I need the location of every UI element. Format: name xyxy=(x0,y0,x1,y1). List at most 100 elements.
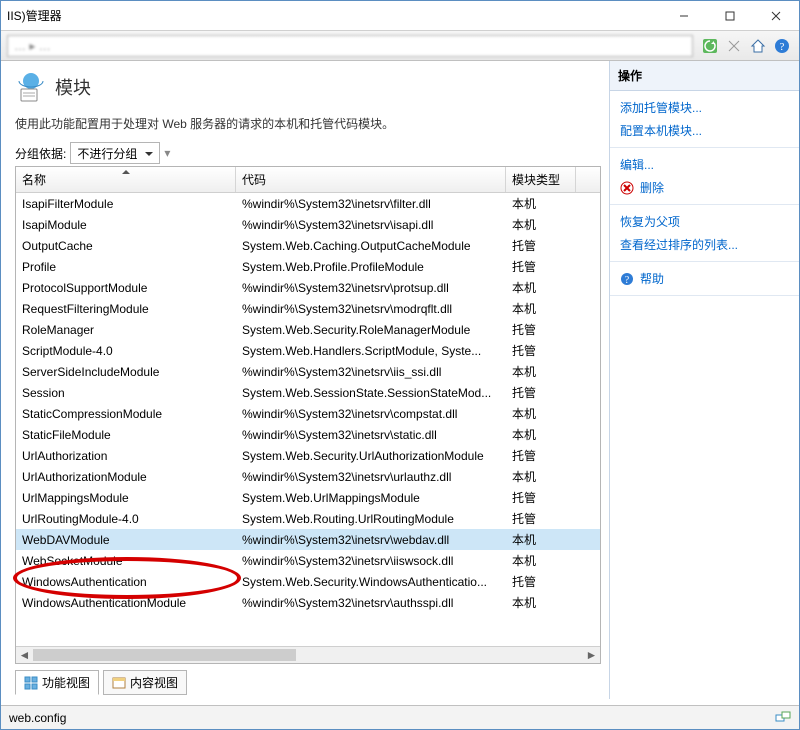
cell-type: 本机 xyxy=(506,552,576,569)
table-row[interactable]: OutputCacheSystem.Web.Caching.OutputCach… xyxy=(16,235,600,256)
window-title: IIS)管理器 xyxy=(1,7,62,24)
table-row[interactable]: UrlAuthorizationModule%windir%\System32\… xyxy=(16,466,600,487)
cell-code: System.Web.Handlers.ScriptModule, Syste.… xyxy=(236,344,506,358)
group-by-dropdown[interactable]: 不进行分组 xyxy=(70,142,160,164)
table-row[interactable]: UrlMappingsModuleSystem.Web.UrlMappingsM… xyxy=(16,487,600,508)
svg-text:?: ? xyxy=(625,275,630,286)
table-row[interactable]: ProfileSystem.Web.Profile.ProfileModule托… xyxy=(16,256,600,277)
column-header-type[interactable]: 模块类型 xyxy=(506,167,576,192)
cell-code: %windir%\System32\inetsrv\modrqflt.dll xyxy=(236,302,506,316)
table-row[interactable]: UrlAuthorizationSystem.Web.Security.UrlA… xyxy=(16,445,600,466)
action-delete-label: 删除 xyxy=(640,179,664,196)
breadcrumb[interactable]: … ▸ … xyxy=(7,35,693,57)
delete-icon xyxy=(620,181,634,195)
client-area: 模块 使用此功能配置用于处理对 Web 服务器的请求的本机和托管代码模块。 分组… xyxy=(1,61,799,699)
home-icon[interactable] xyxy=(747,35,769,57)
scroll-right-arrow[interactable]: ► xyxy=(583,647,600,663)
cell-name: UrlAuthorization xyxy=(16,449,236,463)
maximize-button[interactable] xyxy=(707,1,753,30)
help-icon[interactable]: ? xyxy=(771,35,793,57)
horizontal-scrollbar[interactable]: ◄ ► xyxy=(16,646,600,663)
page-description: 使用此功能配置用于处理对 Web 服务器的请求的本机和托管代码模块。 xyxy=(15,115,601,132)
column-header-code[interactable]: 代码 xyxy=(236,167,506,192)
title-bar: IIS)管理器 xyxy=(1,1,799,31)
table-row[interactable]: StaticFileModule%windir%\System32\inetsr… xyxy=(16,424,600,445)
view-tabs: 功能视图 内容视图 xyxy=(15,670,601,695)
cell-code: %windir%\System32\inetsrv\compstat.dll xyxy=(236,407,506,421)
cell-type: 本机 xyxy=(506,405,576,422)
table-row[interactable]: WebSocketModule%windir%\System32\inetsrv… xyxy=(16,550,600,571)
tab-content-label: 内容视图 xyxy=(130,674,178,691)
cell-code: %windir%\System32\inetsrv\protsup.dll xyxy=(236,281,506,295)
action-delete[interactable]: 删除 xyxy=(620,179,789,196)
cell-type: 本机 xyxy=(506,468,576,485)
table-row[interactable]: WebDAVModule%windir%\System32\inetsrv\we… xyxy=(16,529,600,550)
cell-name: RequestFilteringModule xyxy=(16,302,236,316)
cell-code: System.Web.UrlMappingsModule xyxy=(236,491,506,505)
cell-name: UrlRoutingModule-4.0 xyxy=(16,512,236,526)
cell-type: 托管 xyxy=(506,342,576,359)
table-row[interactable]: RoleManagerSystem.Web.Security.RoleManag… xyxy=(16,319,600,340)
table-row[interactable]: RequestFilteringModule%windir%\System32\… xyxy=(16,298,600,319)
table-row[interactable]: ServerSideIncludeModule%windir%\System32… xyxy=(16,361,600,382)
cell-type: 本机 xyxy=(506,300,576,317)
cell-name: UrlMappingsModule xyxy=(16,491,236,505)
cell-code: System.Web.Profile.ProfileModule xyxy=(236,260,506,274)
cell-name: ServerSideIncludeModule xyxy=(16,365,236,379)
content-view-icon xyxy=(112,676,126,690)
table-row[interactable]: IsapiModule%windir%\System32\inetsrv\isa… xyxy=(16,214,600,235)
cell-code: System.Web.Routing.UrlRoutingModule xyxy=(236,512,506,526)
cell-type: 本机 xyxy=(506,216,576,233)
cell-type: 托管 xyxy=(506,237,576,254)
cell-name: ProtocolSupportModule xyxy=(16,281,236,295)
page-title: 模块 xyxy=(55,74,91,100)
cell-name: UrlAuthorizationModule xyxy=(16,470,236,484)
scroll-thumb[interactable] xyxy=(33,649,296,661)
cell-code: System.Web.Caching.OutputCacheModule xyxy=(236,239,506,253)
table-row[interactable]: ProtocolSupportModule%windir%\System32\i… xyxy=(16,277,600,298)
table-row[interactable]: StaticCompressionModule%windir%\System32… xyxy=(16,403,600,424)
cell-type: 托管 xyxy=(506,447,576,464)
status-connection-icon xyxy=(775,711,791,725)
tab-content-view[interactable]: 内容视图 xyxy=(103,670,187,695)
modules-grid: 名称 代码 模块类型 IsapiFilterModule%windir%\Sys… xyxy=(15,166,601,664)
column-header-name[interactable]: 名称 xyxy=(16,167,236,192)
table-row[interactable]: WindowsAuthenticationSystem.Web.Security… xyxy=(16,571,600,592)
cell-code: %windir%\System32\inetsrv\authsspi.dll xyxy=(236,596,506,610)
table-row[interactable]: IsapiFilterModule%windir%\System32\inets… xyxy=(16,193,600,214)
grid-body[interactable]: IsapiFilterModule%windir%\System32\inets… xyxy=(16,193,600,646)
cell-code: System.Web.Security.WindowsAuthenticatio… xyxy=(236,575,506,589)
cell-type: 本机 xyxy=(506,279,576,296)
filter-bar: 分组依据: 不进行分组 ▾ xyxy=(15,142,601,164)
action-revert-to-parent[interactable]: 恢复为父项 xyxy=(620,213,789,230)
close-button[interactable] xyxy=(753,1,799,30)
action-edit[interactable]: 编辑... xyxy=(620,156,789,173)
status-config-source: web.config xyxy=(9,711,66,725)
modules-icon xyxy=(15,71,47,103)
table-row[interactable]: WindowsAuthenticationModule%windir%\Syst… xyxy=(16,592,600,613)
table-row[interactable]: ScriptModule-4.0System.Web.Handlers.Scri… xyxy=(16,340,600,361)
cell-type: 本机 xyxy=(506,426,576,443)
cell-name: ScriptModule-4.0 xyxy=(16,344,236,358)
cell-name: RoleManager xyxy=(16,323,236,337)
cell-name: Profile xyxy=(16,260,236,274)
cell-type: 托管 xyxy=(506,258,576,275)
table-row[interactable]: UrlRoutingModule-4.0System.Web.Routing.U… xyxy=(16,508,600,529)
action-add-managed-module[interactable]: 添加托管模块... xyxy=(620,99,789,116)
cell-name: IsapiModule xyxy=(16,218,236,232)
cell-name: WebSocketModule xyxy=(16,554,236,568)
scroll-left-arrow[interactable]: ◄ xyxy=(16,647,33,663)
tab-features-view[interactable]: 功能视图 xyxy=(15,670,99,695)
action-configure-native-modules[interactable]: 配置本机模块... xyxy=(620,122,789,139)
minimize-button[interactable] xyxy=(661,1,707,30)
group-by-value: 不进行分组 xyxy=(77,145,137,162)
center-pane: 模块 使用此功能配置用于处理对 Web 服务器的请求的本机和托管代码模块。 分组… xyxy=(1,61,609,699)
cell-code: %windir%\System32\inetsrv\isapi.dll xyxy=(236,218,506,232)
cell-type: 本机 xyxy=(506,195,576,212)
table-row[interactable]: SessionSystem.Web.SessionState.SessionSt… xyxy=(16,382,600,403)
action-help[interactable]: ? 帮助 xyxy=(620,270,789,287)
action-view-ordered-list[interactable]: 查看经过排序的列表... xyxy=(620,236,789,253)
cell-code: %windir%\System32\inetsrv\webdav.dll xyxy=(236,533,506,547)
stop-icon[interactable] xyxy=(723,35,745,57)
refresh-icon[interactable] xyxy=(699,35,721,57)
